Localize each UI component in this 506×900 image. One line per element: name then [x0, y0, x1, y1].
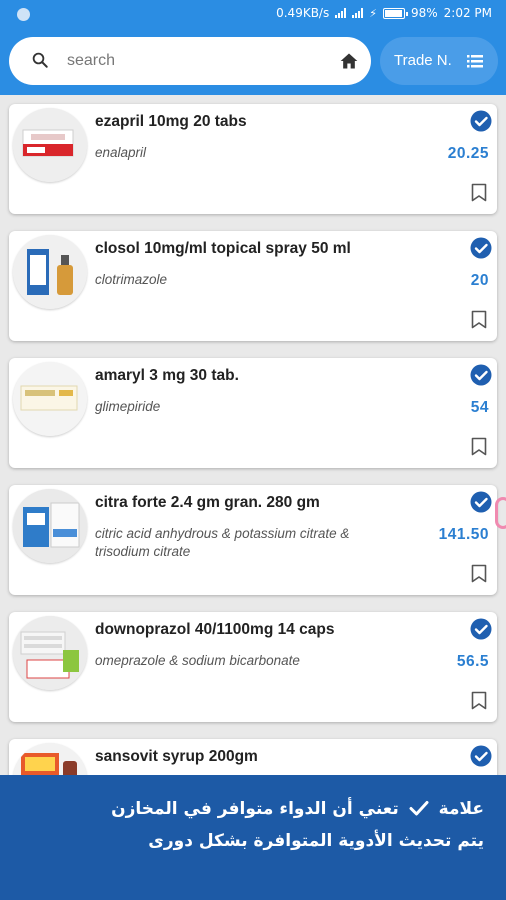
banner-line-1-suffix: تعني أن الدواء متوافر في المخازن: [111, 799, 399, 819]
list-icon: [467, 55, 483, 68]
search-icon: [32, 52, 48, 68]
product-name: ezapril 10mg 20 tabs: [95, 113, 247, 130]
charging-icon: ⚡: [369, 6, 377, 20]
product-name: amaryl 3 mg 30 tab.: [95, 367, 239, 384]
trade-name-filter-button[interactable]: Trade N.: [380, 37, 498, 85]
product-image: [13, 489, 87, 563]
product-card[interactable]: downoprazol 40/1100mg 14 caps omeprazole…: [9, 612, 497, 722]
product-generic: glimepiride: [95, 399, 161, 414]
clock: 2:02 PM: [443, 6, 492, 20]
trade-name-label: Trade N.: [394, 52, 452, 69]
app-bar: 0.49KB/s ⚡ 98% 2:02 PM Trade N.: [0, 0, 506, 95]
product-price: 141.50: [438, 526, 489, 543]
banner-line-1-prefix: علامة: [438, 799, 484, 819]
product-card[interactable]: citra forte 2.4 gm gran. 280 gm citric a…: [9, 485, 497, 595]
status-right: 0.49KB/s ⚡ 98% 2:02 PM: [276, 6, 492, 20]
available-check-icon: [470, 745, 492, 767]
search-bar[interactable]: [9, 37, 371, 85]
product-image: [13, 616, 87, 690]
available-check-icon: [470, 237, 492, 259]
check-mark-icon: [409, 801, 429, 816]
product-price: 56.5: [456, 653, 489, 670]
signal-icon: [335, 8, 347, 18]
notification-icon: [17, 8, 30, 21]
available-check-icon: [470, 364, 492, 386]
product-price: 54: [470, 399, 489, 416]
battery-icon: [382, 7, 408, 19]
product-generic: clotrimazole: [95, 272, 168, 287]
banner-line-2: يتم تحديث الأدوية المتوافرة بشكل دورى: [148, 831, 484, 851]
available-check-icon: [470, 618, 492, 640]
availability-info-banner: علامة تعني أن الدواء متوافر في المخازن ي…: [0, 775, 506, 900]
banner-line-1: علامة تعني أن الدواء متوافر في المخازن: [0, 793, 484, 825]
product-price: 20.25: [447, 145, 489, 162]
bookmark-icon[interactable]: [471, 183, 487, 202]
product-image: [13, 235, 87, 309]
product-card[interactable]: closol 10mg/ml topical spray 50 ml clotr…: [9, 231, 497, 341]
search-input[interactable]: [67, 47, 317, 75]
product-price: 20: [470, 272, 489, 289]
product-card[interactable]: amaryl 3 mg 30 tab. glimepiride 54: [9, 358, 497, 468]
signal-icon-2: [352, 8, 364, 18]
product-name: sansovit syrup 200gm: [95, 748, 258, 765]
product-name: downoprazol 40/1100mg 14 caps: [95, 621, 335, 638]
status-bar: 0.49KB/s ⚡ 98% 2:02 PM: [0, 0, 506, 28]
battery-level: 98%: [410, 6, 438, 20]
bookmark-icon[interactable]: [471, 564, 487, 583]
product-image: [13, 362, 87, 436]
product-generic: omeprazole & sodium bicarbonate: [95, 653, 300, 668]
product-generic: citric acid anhydrous & potassium citrat…: [95, 526, 350, 559]
product-card[interactable]: ezapril 10mg 20 tabs enalapril 20.25: [9, 104, 497, 214]
floating-edge-handle[interactable]: [495, 497, 506, 529]
bookmark-icon[interactable]: [471, 310, 487, 329]
home-icon[interactable]: [339, 51, 359, 71]
bookmark-icon[interactable]: [471, 437, 487, 456]
product-name: closol 10mg/ml topical spray 50 ml: [95, 240, 351, 257]
bookmark-icon[interactable]: [471, 691, 487, 710]
product-image: [13, 108, 87, 182]
product-generic: enalapril: [95, 145, 147, 160]
network-speed: 0.49KB/s: [276, 6, 330, 20]
product-name: citra forte 2.4 gm gran. 280 gm: [95, 494, 320, 511]
available-check-icon: [470, 110, 492, 132]
available-check-icon: [470, 491, 492, 513]
